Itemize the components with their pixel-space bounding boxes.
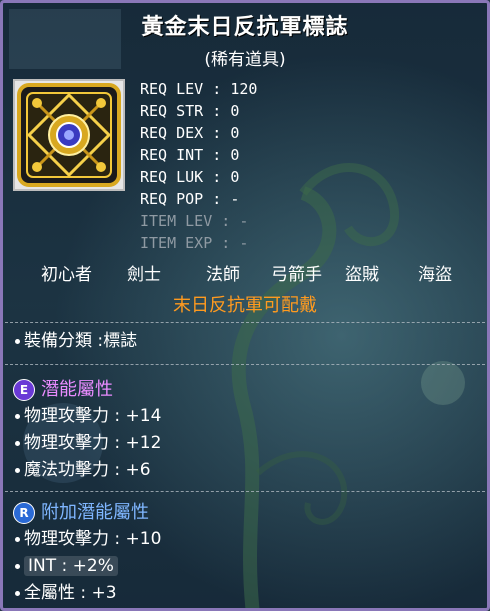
bonus-potential-title: R 附加潛能屬性 <box>13 500 149 526</box>
item-icon-frame <box>13 79 125 191</box>
bonus-potential-grade-icon: R <box>13 502 35 524</box>
req-row: REQ POP : - <box>140 190 240 208</box>
potential-line: 物理攻擊力 : +12 <box>15 431 161 455</box>
requirements-list: REQ LEV : 120 REQ STR : 0 REQ DEX : 0 RE… <box>140 78 257 254</box>
bonus-potential-line: 物理攻擊力 : +10 <box>15 527 161 551</box>
job-bowman: 弓箭手 <box>271 265 322 285</box>
job-thief: 盜賊 <box>345 265 379 285</box>
divider <box>5 491 485 492</box>
bonus-potential-line: INT : +2% <box>15 554 118 578</box>
divider <box>5 364 485 365</box>
req-row: ITEM EXP : - <box>140 234 249 252</box>
gold-emblem-icon <box>17 83 121 187</box>
job-beginner: 初心者 <box>41 265 92 285</box>
category-line: 裝備分類 :標誌 <box>15 329 137 353</box>
req-row: REQ STR : 0 <box>140 102 240 120</box>
bonus-potential-line: 全屬性 : +3 <box>15 581 117 605</box>
item-name: 黃金末日反抗軍標誌 <box>141 15 349 40</box>
req-row: REQ INT : 0 <box>140 146 240 164</box>
req-row: ITEM LEV : - <box>140 212 249 230</box>
item-rarity: (稀有道具) <box>204 50 286 70</box>
job-list: 初心者 劍士 法師 弓箭手 盜賊 海盜 <box>3 260 487 285</box>
potential-line: 魔法功擊力 : +6 <box>15 458 151 482</box>
job-pirate: 海盜 <box>418 265 452 285</box>
job-magician: 法師 <box>206 265 240 285</box>
potential-line: 物理攻擊力 : +14 <box>15 404 161 428</box>
equip-restriction: 末日反抗軍可配戴 <box>173 295 317 316</box>
req-row: REQ DEX : 0 <box>140 124 240 142</box>
potential-title: E 潛能屬性 <box>13 377 113 403</box>
potential-grade-icon: E <box>13 379 35 401</box>
req-row: REQ LUK : 0 <box>140 168 240 186</box>
job-warrior: 劍士 <box>127 265 161 285</box>
divider <box>5 322 485 323</box>
item-tooltip: 黃金末日反抗軍標誌 (稀有道具) REQ LEV : 120 REQ STR :… <box>0 0 490 611</box>
req-row: REQ LEV : 120 <box>140 80 258 98</box>
